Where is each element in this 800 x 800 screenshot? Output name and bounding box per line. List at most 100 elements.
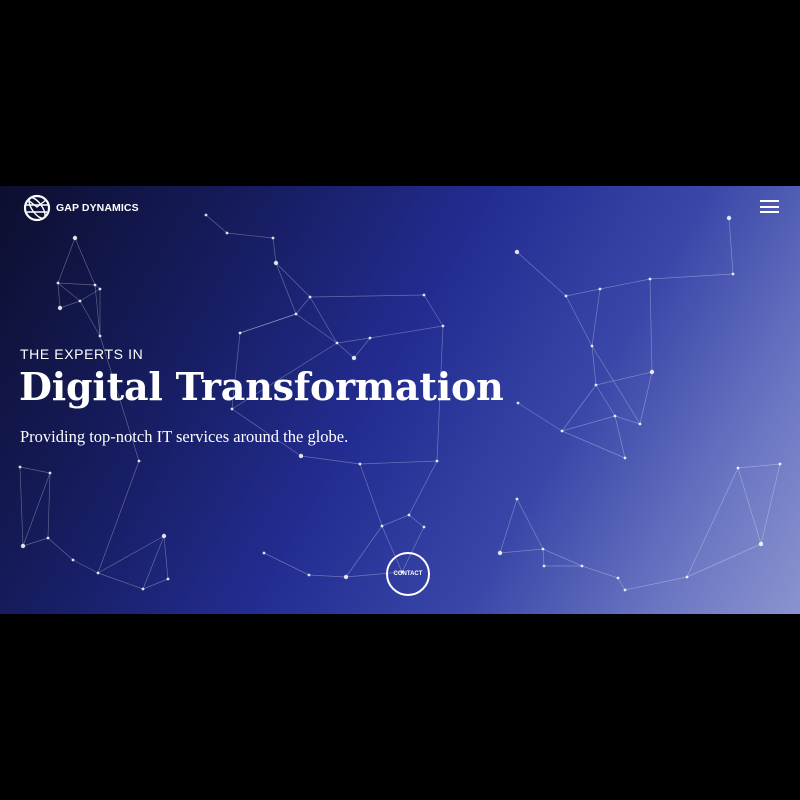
- network-node: [541, 547, 545, 551]
- network-node: [736, 466, 740, 470]
- network-link: [591, 345, 641, 425]
- network-node: [18, 465, 22, 469]
- network-link: [163, 535, 169, 580]
- network-link: [614, 415, 626, 459]
- network-node: [648, 277, 652, 281]
- network-link: [142, 535, 165, 590]
- network-link: [275, 262, 311, 298]
- network-node: [649, 369, 655, 375]
- network-node: [343, 574, 349, 580]
- network-link: [423, 294, 444, 327]
- network-node: [358, 462, 362, 466]
- network-node: [308, 295, 312, 299]
- network-node: [368, 336, 372, 340]
- network-link: [47, 537, 74, 561]
- network-link: [97, 535, 165, 574]
- network-link: [565, 288, 601, 297]
- network-link: [517, 402, 563, 432]
- hamburger-menu-icon[interactable]: [760, 200, 780, 216]
- network-node: [238, 331, 242, 335]
- network-link: [345, 525, 383, 578]
- network-link: [369, 325, 444, 339]
- network-node: [298, 453, 304, 459]
- network-link: [624, 576, 688, 591]
- network-link: [72, 559, 99, 574]
- menu-bar-middle: [760, 205, 779, 208]
- network-node: [598, 287, 602, 291]
- network-link: [737, 463, 781, 469]
- network-link: [581, 565, 619, 579]
- network-link: [686, 543, 762, 578]
- network-node: [48, 471, 52, 475]
- network-node: [72, 235, 78, 241]
- network-link: [499, 498, 518, 554]
- network-node: [137, 459, 141, 463]
- network-link: [74, 237, 96, 286]
- menu-bar-top: [760, 200, 779, 202]
- brand-logo[interactable]: GAP DYNAMICS: [22, 193, 139, 223]
- network-link: [97, 460, 140, 574]
- network-node: [516, 401, 520, 405]
- network-link: [542, 548, 545, 567]
- network-link: [353, 337, 371, 359]
- network-link: [499, 548, 544, 554]
- network-link: [561, 384, 597, 432]
- network-link: [336, 337, 371, 344]
- network-node: [141, 587, 145, 591]
- network-link: [516, 498, 544, 550]
- network-node: [580, 564, 584, 568]
- network-link: [599, 278, 651, 290]
- network-node: [623, 588, 627, 592]
- network-node: [20, 543, 26, 549]
- hero-eyebrow: THE EXPERTS IN: [20, 346, 144, 362]
- network-node: [96, 571, 100, 575]
- network-node: [638, 422, 642, 426]
- network-link: [565, 295, 593, 347]
- network-link: [22, 472, 51, 547]
- network-link: [381, 514, 410, 527]
- network-link: [57, 282, 96, 286]
- network-node: [407, 513, 411, 517]
- network-link: [79, 288, 101, 302]
- network-node: [57, 305, 63, 311]
- network-link: [542, 548, 583, 567]
- network-link: [205, 214, 228, 234]
- network-node: [778, 462, 782, 466]
- network-link: [309, 296, 338, 344]
- network-node: [564, 294, 568, 298]
- network-link: [308, 574, 347, 578]
- network-link: [57, 282, 81, 302]
- network-link: [408, 514, 425, 528]
- network-link: [408, 460, 438, 516]
- network-link: [728, 217, 734, 275]
- network-node: [594, 383, 598, 387]
- network-link: [275, 262, 297, 315]
- network-link: [19, 466, 24, 547]
- page: GAP DYNAMICS THE EXPERTS IN Digital Tran…: [0, 0, 800, 800]
- globe-logo-icon: [22, 193, 52, 223]
- network-node: [271, 236, 275, 240]
- network-link: [57, 237, 76, 284]
- network-link: [300, 455, 361, 465]
- network-link: [295, 296, 311, 315]
- hero-section: GAP DYNAMICS THE EXPERTS IN Digital Tran…: [0, 186, 800, 614]
- network-link: [561, 430, 626, 459]
- network-node: [542, 564, 546, 568]
- network-link: [737, 467, 762, 545]
- contact-button[interactable]: CONTACT: [386, 552, 430, 596]
- network-link: [336, 342, 355, 359]
- network-node: [204, 213, 208, 217]
- network-node: [514, 249, 520, 255]
- network-node: [93, 283, 97, 287]
- network-link: [617, 577, 626, 591]
- network-link: [561, 415, 616, 432]
- network-node: [56, 281, 60, 285]
- network-node: [422, 525, 426, 529]
- network-node: [560, 429, 564, 433]
- network-link: [649, 273, 734, 280]
- network-node: [623, 456, 627, 460]
- network-link: [686, 467, 739, 578]
- network-link: [263, 552, 310, 576]
- network-link: [22, 537, 49, 547]
- network-node: [441, 324, 445, 328]
